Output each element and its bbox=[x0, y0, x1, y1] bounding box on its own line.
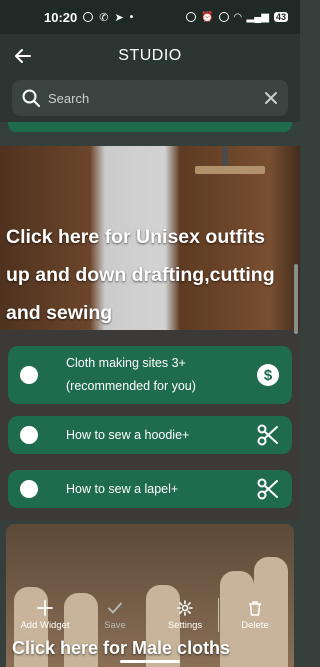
unisex-outfits-banner[interactable]: Click here for Unisex outfits up and dow… bbox=[0, 146, 300, 330]
toolbar-divider bbox=[218, 598, 219, 632]
list-item-sew-hoodie[interactable]: How to sew a hoodie+ bbox=[8, 416, 292, 454]
search-bar-container bbox=[0, 78, 300, 122]
telegram-icon: ➤ bbox=[114, 11, 124, 24]
radio-button[interactable] bbox=[20, 480, 38, 498]
scissors-icon[interactable] bbox=[254, 475, 282, 503]
messenger-icon: ✆ bbox=[99, 11, 109, 24]
delete-button[interactable]: Delete bbox=[220, 592, 290, 638]
list-item-label: How to sew a hoodie+ bbox=[66, 427, 190, 442]
previous-item-edge bbox=[8, 122, 292, 132]
radio-button[interactable] bbox=[20, 426, 38, 444]
gear-icon bbox=[177, 599, 193, 616]
dnd-icon bbox=[186, 12, 197, 22]
dot-icon: • bbox=[129, 11, 134, 23]
clear-icon[interactable] bbox=[264, 91, 278, 105]
dollar-icon[interactable]: $ bbox=[254, 361, 282, 389]
settings-button[interactable]: Settings bbox=[150, 592, 220, 638]
search-bar bbox=[12, 80, 288, 116]
radio-button[interactable] bbox=[20, 366, 38, 384]
wifi-icon: ◠ bbox=[233, 11, 242, 23]
app-header: STUDIO bbox=[0, 34, 300, 78]
list-item-label: How to sew a lapel+ bbox=[66, 481, 179, 496]
search-icon bbox=[22, 89, 40, 107]
plus-icon bbox=[37, 599, 53, 616]
alarm-icon: ⏰ bbox=[201, 11, 214, 23]
edit-toolbar: Add Widget Save Settings Delete bbox=[10, 592, 290, 638]
battery-icon: 43 bbox=[273, 12, 288, 22]
check-icon bbox=[108, 602, 122, 613]
scissors-icon[interactable] bbox=[254, 421, 282, 449]
signal-icon: ▂▄▆ bbox=[246, 11, 269, 23]
banner-text: Click here for Male cloths bbox=[12, 638, 231, 658]
svg-text:$: $ bbox=[264, 367, 273, 384]
search-input[interactable] bbox=[48, 90, 264, 106]
save-button[interactable]: Save bbox=[80, 592, 150, 638]
trash-icon bbox=[249, 600, 261, 616]
status-bar: 10:20 ✆ ➤ • ⏰ ◠ ▂▄▆ 43 bbox=[0, 0, 300, 34]
list-item-sew-lapel[interactable]: How to sew a lapel+ bbox=[8, 470, 292, 508]
gesture-home-bar[interactable] bbox=[120, 660, 180, 663]
banner-text: Click here for Unisex outfits up and dow… bbox=[6, 226, 275, 324]
back-button[interactable] bbox=[0, 34, 46, 78]
list-item-cloth-making-sites[interactable]: Cloth making sites 3+ (recommended for y… bbox=[8, 346, 292, 404]
scrollbar-thumb[interactable] bbox=[294, 264, 298, 334]
list-item-label: Cloth making sites 3+ (recommended for y… bbox=[66, 356, 196, 393]
notification-icon bbox=[83, 12, 94, 22]
hotspot-icon bbox=[218, 12, 229, 22]
arrow-left-icon bbox=[15, 49, 31, 63]
add-widget-button[interactable]: Add Widget bbox=[10, 592, 80, 638]
status-time: 10:20 bbox=[44, 9, 78, 25]
